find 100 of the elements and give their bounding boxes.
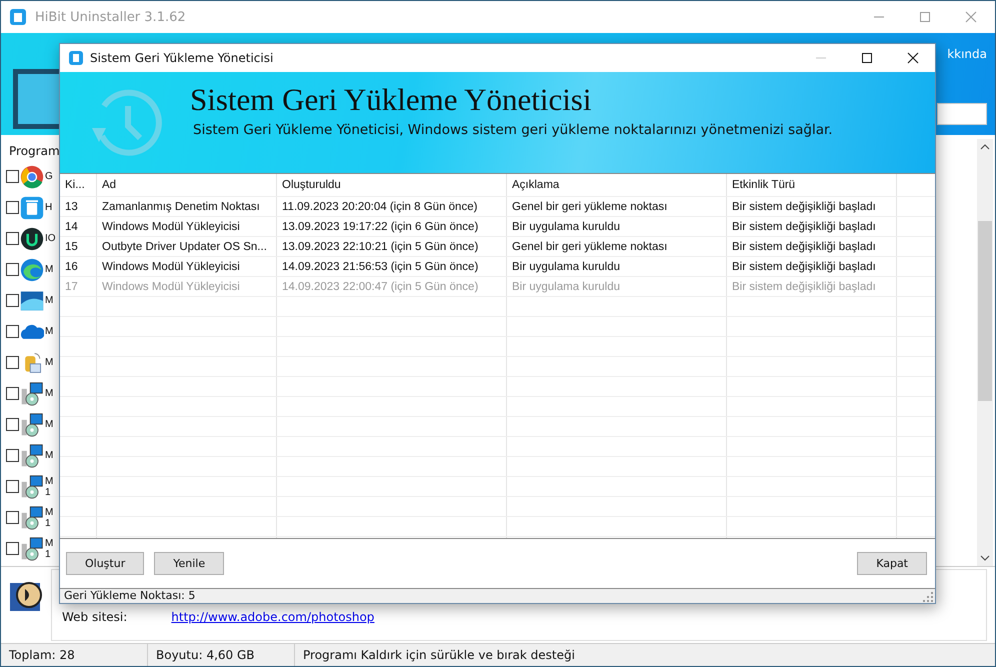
app-icon bbox=[68, 50, 84, 66]
status-text: Geri Yükleme Noktası: 5 bbox=[64, 589, 196, 602]
close-button[interactable]: Kapat bbox=[857, 552, 927, 576]
checkbox[interactable] bbox=[6, 325, 19, 338]
checkbox[interactable] bbox=[6, 263, 19, 276]
installer-icon bbox=[20, 474, 44, 498]
table-cell: 13 bbox=[60, 197, 97, 216]
status-text: Boyutu: 4,60 GB bbox=[148, 644, 295, 666]
table-cell: Genel bir geri yükleme noktası bbox=[507, 237, 727, 256]
maximize-icon bbox=[861, 52, 873, 64]
program-name: M bbox=[45, 295, 54, 306]
checkbox[interactable] bbox=[6, 387, 19, 400]
website-link[interactable]: http://www.adobe.com/photoshop bbox=[171, 610, 374, 624]
table-cell: Bir uygulama kuruldu bbox=[507, 277, 727, 296]
table-cell: 14.09.2023 22:00:47 (için 5 Gün önce) bbox=[277, 277, 507, 296]
column-header[interactable]: Oluşturuldu bbox=[277, 174, 507, 196]
table-cell: Outbyte Driver Updater OS Sn... bbox=[97, 237, 277, 256]
table-cell: Windows Modül Yükleyicisi bbox=[97, 277, 277, 296]
resize-grip-icon bbox=[923, 592, 933, 602]
table-row[interactable]: 13 Zamanlanmış Denetim Noktası 11.09.2023 20:20:04 (için 8 Gün önce) Genel bir geri yükleme noktası Bir sistem değişikliği başladı bbox=[60, 197, 935, 218]
table-row[interactable]: 14 Windows Modül Yükleyicisi 13.09.2023 19:17:22 (için 6 Gün önce) Bir uygulama kuruldu Bir sistem değişikliği başladı bbox=[60, 217, 935, 238]
installer-icon bbox=[20, 412, 44, 436]
close-icon bbox=[907, 52, 919, 64]
scrollbar[interactable] bbox=[977, 139, 993, 566]
scroll-down-icon bbox=[980, 554, 990, 562]
button[interactable]: Yenile bbox=[154, 552, 224, 576]
program-name: M bbox=[45, 476, 54, 486]
table-cell: 15 bbox=[60, 237, 97, 256]
search-field[interactable] bbox=[937, 103, 987, 125]
table-cell: 14 bbox=[60, 217, 97, 236]
checkbox[interactable] bbox=[6, 201, 19, 214]
ring-icon bbox=[20, 164, 44, 188]
program-name: IO bbox=[45, 233, 56, 244]
column-header[interactable]: Ki... bbox=[60, 174, 97, 196]
table-cell: Bir uygulama kuruldu bbox=[507, 257, 727, 276]
table-row[interactable]: 16 Windows Modül Yükleyicisi 14.09.2023 21:56:53 (için 5 Gün önce) Bir uygulama kuruldu Bir sistem değişikliği başladı bbox=[60, 257, 935, 278]
program-name: H bbox=[45, 202, 52, 213]
program-name: M bbox=[45, 419, 54, 430]
table-row[interactable]: 15 Outbyte Driver Updater OS Sn... 13.09.2023 22:10:21 (için 5 Gün önce) Genel bir geri yükleme noktası Bir sistem değişikliği başladı bbox=[60, 237, 935, 258]
checkbox[interactable] bbox=[6, 542, 19, 555]
scroll-up-icon bbox=[980, 143, 990, 151]
program-version: 1 bbox=[45, 548, 52, 560]
maximize-icon bbox=[919, 11, 931, 23]
installer-icon bbox=[20, 444, 44, 468]
program-name: M bbox=[45, 538, 54, 548]
checkbox[interactable] bbox=[6, 294, 19, 307]
table-cell: 11.09.2023 20:20:04 (için 8 Gün önce) bbox=[277, 197, 507, 216]
table-cell: 13.09.2023 19:17:22 (için 6 Gün önce) bbox=[277, 217, 507, 236]
table-cell: Bir uygulama kuruldu bbox=[507, 217, 727, 236]
dialog-description: Sistem Geri Yükleme Yöneticisi, Windows sistem geri yükleme noktalarınızı yönetmenizi sağlar. bbox=[193, 122, 833, 138]
table-cell: Windows Modül Yükleyicisi bbox=[97, 217, 277, 236]
table-cell: Zamanlanmış Denetim Noktası bbox=[97, 197, 277, 216]
disc-icon bbox=[20, 226, 44, 250]
program-name: M bbox=[45, 506, 54, 518]
status-text: Programı Kaldırk için sürükle ve bırak desteği bbox=[302, 647, 576, 664]
program-name: M bbox=[45, 357, 54, 368]
column-header[interactable]: Ad bbox=[97, 174, 277, 196]
table-cell: 16 bbox=[60, 257, 97, 276]
program-version: 1 bbox=[45, 486, 52, 498]
app-icon bbox=[9, 8, 27, 26]
monitor-icon bbox=[13, 69, 59, 129]
status-text: Toplam: 28 bbox=[1, 644, 148, 666]
close-icon bbox=[965, 11, 977, 23]
photo-app-icon bbox=[9, 579, 43, 613]
panel-icon bbox=[20, 288, 44, 312]
table-cell: Windows Modül Yükleyicisi bbox=[97, 257, 277, 276]
checkbox[interactable] bbox=[6, 511, 19, 524]
checkbox[interactable] bbox=[6, 418, 19, 431]
checkbox[interactable] bbox=[6, 449, 19, 462]
program-name: M bbox=[45, 326, 54, 337]
window-title: Sistem Geri Yükleme Yöneticisi bbox=[90, 51, 274, 66]
program-name: G bbox=[45, 171, 53, 182]
window-title: HiBit Uninstaller 3.1.62 bbox=[35, 10, 186, 24]
program-name: M bbox=[45, 450, 54, 461]
table-cell: 17 bbox=[60, 277, 97, 296]
installer-icon bbox=[20, 382, 44, 406]
column-header[interactable]: Açıklama bbox=[507, 174, 727, 196]
column-header[interactable]: Etkinlik Türü bbox=[727, 174, 897, 196]
installer-icon bbox=[20, 506, 44, 530]
table-cell: Bir sistem değişikliği başladı bbox=[727, 237, 897, 256]
table-cell: 13.09.2023 22:10:21 (için 5 Gün önce) bbox=[277, 237, 507, 256]
installer-icon bbox=[20, 536, 44, 560]
table-cell: Bir sistem değişikliği başladı bbox=[727, 277, 897, 296]
checkbox[interactable] bbox=[6, 480, 19, 493]
field-label: Web sitesi: bbox=[62, 610, 128, 624]
table-cell: Bir sistem değişikliği başladı bbox=[727, 257, 897, 276]
table-cell: 14.09.2023 21:56:53 (için 5 Gün önce) bbox=[277, 257, 507, 276]
bin-icon bbox=[20, 196, 44, 220]
button[interactable]: Oluştur bbox=[66, 552, 144, 576]
program-name: M bbox=[45, 388, 54, 399]
dialog-heading: Sistem Geri Yükleme Yöneticisi bbox=[190, 82, 592, 118]
table-cell: Bir sistem değişikliği başladı bbox=[727, 217, 897, 236]
scroll-thumb[interactable] bbox=[978, 221, 992, 401]
program-version: 1 bbox=[45, 518, 52, 528]
wave-icon bbox=[20, 258, 44, 282]
table-cell: Genel bir geri yükleme noktası bbox=[507, 197, 727, 216]
program-name: M bbox=[45, 264, 54, 275]
checkbox[interactable] bbox=[6, 232, 19, 245]
checkbox[interactable] bbox=[6, 170, 19, 183]
checkbox[interactable] bbox=[6, 356, 19, 369]
